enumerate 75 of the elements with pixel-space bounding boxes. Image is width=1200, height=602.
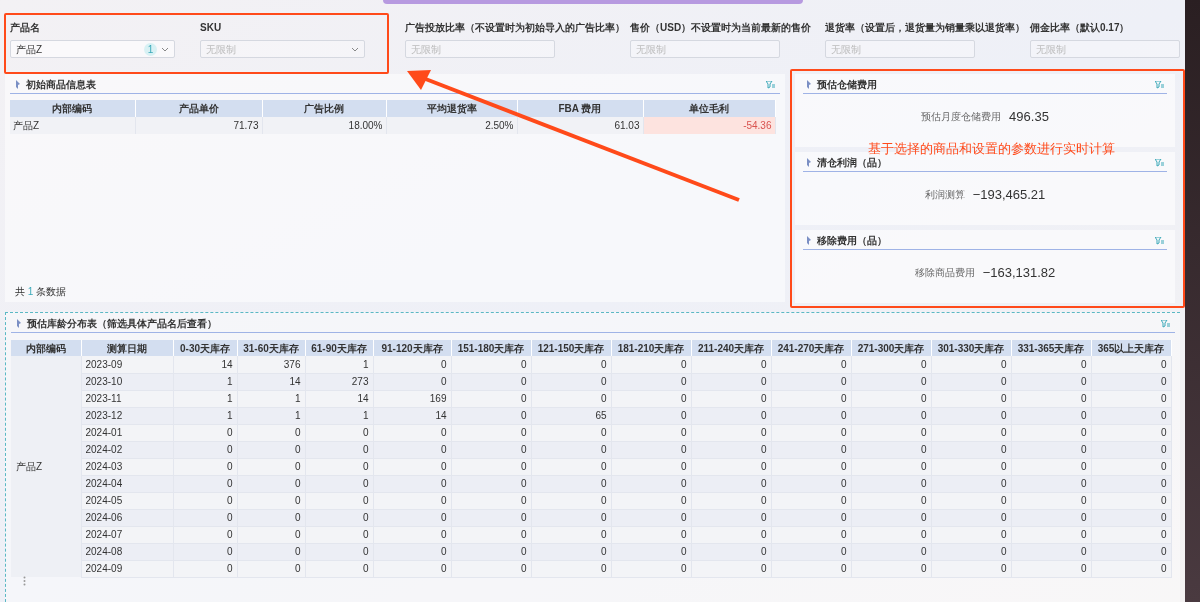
table-cell: 18.00% [262,117,386,134]
table-cell: 0 [531,356,611,373]
column-header: 271-300天库存 [851,340,931,356]
table-cell: 产品Z [11,458,81,475]
annotation-text: 基于选择的商品和设置的参数进行实时计算 [868,140,1115,157]
table-cell: 0 [611,356,691,373]
card-title: 预估仓储费用 [817,78,878,92]
column-header: 91-120天库存 [373,340,451,356]
metric-label: 预估月度仓储费用 [921,110,1002,124]
column-header: 31-60天库存 [237,340,305,356]
table-cell: 14 [173,356,237,373]
column-header: 365以上天库存 [1091,340,1171,356]
table-cell: 0 [1091,356,1171,373]
metric-value: −163,131.82 [982,263,1056,282]
column-header: 单位毛利 [643,100,775,117]
column-header: 121-150天库存 [531,340,611,356]
table-cell: 376 [237,356,305,373]
column-header: 内部编码 [10,100,135,117]
column-header: 测算日期 [81,340,173,356]
table-cell: -54.36 [643,117,775,134]
pin-icon [15,80,21,89]
table-cell: 0 [851,356,931,373]
column-header: 331-365天库存 [1011,340,1091,356]
filter-icon[interactable] [1155,236,1164,245]
pin-icon [806,158,812,167]
metric-label: 移除商品费用 [914,266,975,280]
filter-label: 退货率（设置后，退货量为销量乘以退货率） [825,21,1026,32]
table-cell: 0 [931,356,1011,373]
count-badge: 1 [144,42,157,56]
table-cell: 产品Z [10,117,135,134]
metric-value: −193,465.21 [972,185,1046,204]
filter-label: 售价（USD）不设置时为当前最新的售价 [630,21,813,32]
metric-value: 496.35 [1009,107,1049,126]
filter-icon[interactable] [1155,80,1164,89]
column-header: FBA 费用 [517,100,643,117]
filter-label: 佣金比率（默认0.17） [1030,21,1131,32]
column-header: 211-240天库存 [691,340,771,356]
column-header: 241-270天库存 [771,340,851,356]
panel-title: 初始商品信息表 [26,78,97,92]
column-header: 平均退货率 [386,100,517,117]
table-cell: 71.73 [135,117,262,134]
pin-icon [16,319,22,328]
pin-icon [806,80,812,89]
column-header: 内部编码 [11,340,81,356]
column-header: 广告比例 [262,100,386,117]
column-header: 61-90天库存 [305,340,373,356]
filter-icon[interactable] [766,80,775,89]
table-cell: 0 [691,356,771,373]
column-header: 0-30天库存 [173,340,237,356]
metric-label: 利润测算 [924,188,965,202]
dropdown[interactable]: 产品Z 1 [10,40,175,58]
table-cell: 2023-09 [81,356,173,373]
filter-label: 产品名 [10,21,41,32]
pin-icon [806,236,812,245]
column-header: 181-210天库存 [611,340,691,356]
filter-label: SKU [200,21,223,32]
table-cell: 2.50% [386,117,517,134]
column-header: 301-330天库存 [931,340,1011,356]
table-cell: 0 [1011,356,1091,373]
filter-icon[interactable] [1161,319,1170,328]
column-header: 产品单价 [135,100,262,117]
column-header: 151-180天库存 [451,340,531,356]
panel-title: 预估库龄分布表（筛选具体产品名后查看） [27,317,218,331]
record-count: 共 1 条数据 [14,285,68,299]
chevron-icon [161,46,169,52]
table-cell: 0 [373,356,451,373]
table-cell: 0 [771,356,851,373]
table-cell: 1 [305,356,373,373]
filter-label: 广告投放比率（不设置时为初始导入的广告比率） [405,21,626,32]
chevron-icon [351,46,359,52]
table-cell: 0 [451,356,531,373]
filter-icon[interactable] [1155,158,1164,167]
card-title: 清仓利润（品） [817,156,888,170]
card-title: 移除费用（品） [817,234,888,248]
more-icon[interactable] [23,575,26,586]
